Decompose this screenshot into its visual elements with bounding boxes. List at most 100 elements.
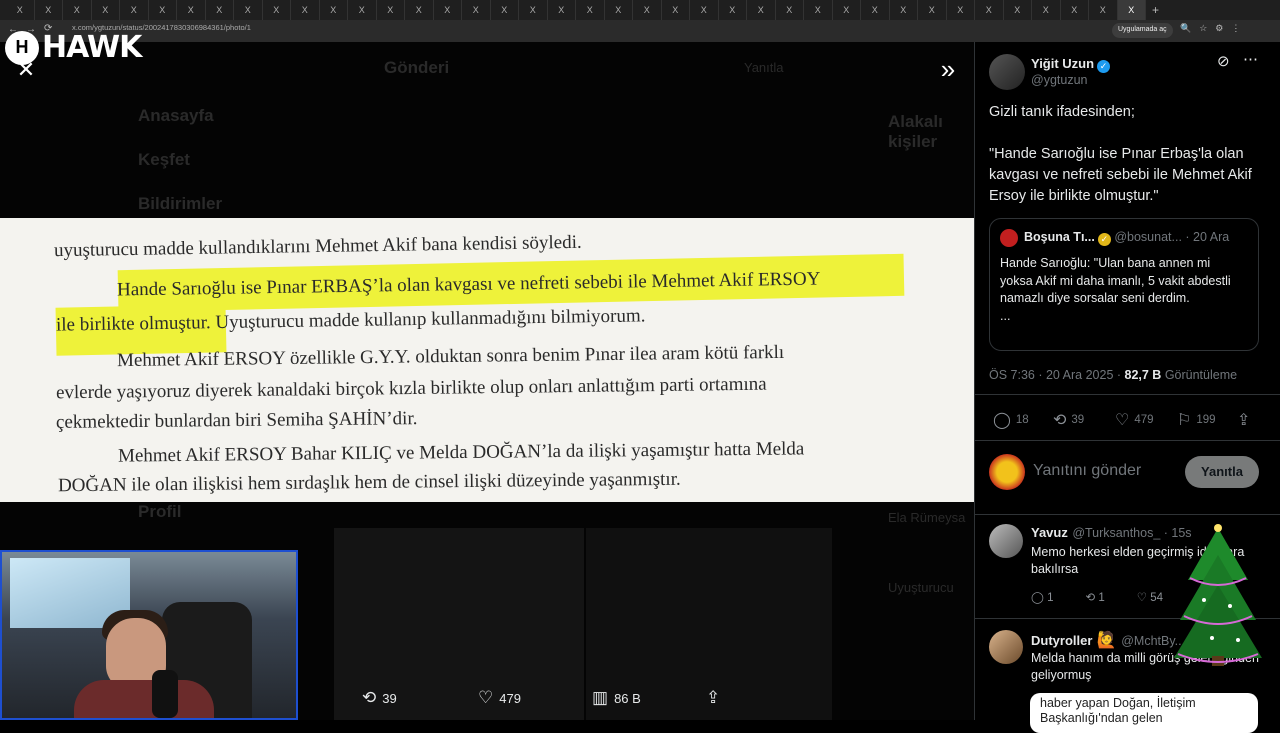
browser-tab[interactable]: X xyxy=(6,0,35,20)
browser-tab[interactable]: X xyxy=(1061,0,1089,20)
viewer-share-button[interactable]: ⇪ xyxy=(706,688,720,708)
webcam-microphone-shape xyxy=(152,670,178,718)
ghost-header-title: Gönderi xyxy=(384,58,450,77)
author-name[interactable]: Yiğit Uzun xyxy=(1031,56,1094,71)
browser-tab[interactable]: X xyxy=(92,0,120,20)
doc-line: DOĞAN ile olan ilişkisi hem sırdaşlık he… xyxy=(57,468,681,497)
christmas-tree-icon xyxy=(1174,524,1262,666)
doc-line: Mehmet Akif ERSOY Bahar KILIÇ ve Melda D… xyxy=(117,438,805,467)
share-action[interactable]: ⇪ xyxy=(1237,410,1250,430)
author-avatar[interactable] xyxy=(989,54,1025,90)
browser-tab[interactable]: X xyxy=(206,0,234,20)
retweet-icon: ⟲ xyxy=(1085,592,1096,604)
divider xyxy=(975,394,1280,395)
browser-tab[interactable]: X xyxy=(605,0,633,20)
browser-tab[interactable]: X xyxy=(548,0,576,20)
browser-tab[interactable]: X xyxy=(63,0,92,20)
browser-tab[interactable]: X xyxy=(320,0,348,20)
browser-tab[interactable]: X xyxy=(519,0,548,20)
browser-tab[interactable]: X xyxy=(576,0,605,20)
ghost-nav-explore: Keşfet xyxy=(138,150,190,169)
browser-tab[interactable]: X xyxy=(975,0,1004,20)
quote-text: Hande Sarıoğlu: "Ulan bana annen mi yoks… xyxy=(1000,256,1231,323)
reply-like-button[interactable]: ♡ 54 xyxy=(1137,590,1163,604)
emoji-icon: 🙋 xyxy=(1096,632,1117,649)
viewer-views-button[interactable]: ▥ 86 B xyxy=(592,688,641,708)
viewer-retweet-button[interactable]: ⟲ 39 xyxy=(362,688,397,708)
reply-reply-button[interactable]: ◯ 1 xyxy=(1031,590,1053,604)
author-name-row[interactable]: Yiğit Uzun ✓ xyxy=(1031,55,1111,73)
viewer-views-count: 86 B xyxy=(614,690,641,706)
browser-tab[interactable]: X xyxy=(35,0,63,20)
viewer-like-count: 479 xyxy=(499,690,521,706)
author-handle[interactable]: @ygtuzun xyxy=(1031,73,1087,87)
browser-tab[interactable]: X xyxy=(719,0,747,20)
reply-action[interactable]: ◯ 18 xyxy=(993,410,1029,430)
browser-tab[interactable]: X xyxy=(177,0,206,20)
reply-submit-button[interactable]: Yanıtla xyxy=(1185,456,1259,488)
like-action[interactable]: ♡ 479 xyxy=(1115,410,1154,430)
like-count: 479 xyxy=(1134,414,1154,426)
reply-icon: ◯ xyxy=(993,412,1011,429)
ghost-trend-1: Ela Rümeysa xyxy=(888,510,966,525)
browser-tab[interactable]: X xyxy=(633,0,662,20)
browser-tab[interactable]: X xyxy=(747,0,776,20)
reply-author-avatar[interactable] xyxy=(989,630,1023,664)
browser-tab[interactable]: X xyxy=(291,0,320,20)
grok-icon[interactable]: ⊘ xyxy=(1217,52,1230,70)
reply-retweet-count: 1 xyxy=(1098,592,1105,604)
reply-retweet-button[interactable]: ⟲ 1 xyxy=(1085,590,1104,604)
browser-tab[interactable]: X xyxy=(405,0,434,20)
address-bar[interactable]: ← → ⟳ x.com/ygtuzun/status/2002417830306… xyxy=(0,20,1280,42)
browser-tab[interactable]: X xyxy=(1032,0,1061,20)
browser-tab[interactable]: X xyxy=(462,0,491,20)
reply-composer-input[interactable]: Yanıtını gönder xyxy=(1033,462,1141,480)
new-tab-button[interactable]: + xyxy=(1152,3,1159,17)
viewer-like-button[interactable]: ♡ 479 xyxy=(478,688,521,708)
retweet-count: 39 xyxy=(1071,414,1085,426)
browser-tab[interactable]: X xyxy=(120,0,149,20)
browser-tab-active[interactable]: X xyxy=(1117,0,1146,20)
browser-tab[interactable]: X xyxy=(1089,0,1118,20)
quoted-tweet[interactable]: Boşuna Tı... ✓ @bosunat... · 20 Ara Hande… xyxy=(989,218,1259,351)
browser-tab[interactable]: X xyxy=(662,0,690,20)
browser-tab[interactable]: X xyxy=(234,0,263,20)
doc-line: evlerde yaşıyoruz diyerek kanaldaki birç… xyxy=(55,373,767,404)
doc-line: uyuşturucu madde kullandıklarını Mehmet … xyxy=(53,231,582,262)
browser-tab[interactable]: X xyxy=(263,0,291,20)
browser-tab[interactable]: X xyxy=(434,0,462,20)
retweet-action[interactable]: ⟲ 39 xyxy=(1053,410,1084,430)
bookmark-icon: ⚐ xyxy=(1177,412,1192,429)
reply-reply-count: 1 xyxy=(1047,592,1054,604)
browser-tab[interactable]: X xyxy=(918,0,947,20)
browser-toolbar-icons[interactable]: 🔍☆⚙⋮ xyxy=(1180,23,1248,34)
browser-tab[interactable]: X xyxy=(861,0,890,20)
bookmark-action[interactable]: ⚐ 199 xyxy=(1177,410,1216,430)
reply-author-avatar[interactable] xyxy=(989,524,1023,558)
browser-tab[interactable]: X xyxy=(149,0,177,20)
current-user-avatar xyxy=(989,454,1025,490)
webcam-body-shape xyxy=(74,680,214,718)
browser-tab[interactable]: X xyxy=(804,0,833,20)
collapse-panel-button[interactable]: » xyxy=(934,56,962,84)
heart-icon: ♡ xyxy=(478,688,494,707)
reply-author-name[interactable]: Dutyroller xyxy=(1031,633,1092,648)
browser-tab[interactable]: X xyxy=(1004,0,1032,20)
share-icon: ⇪ xyxy=(706,688,721,707)
retweet-icon: ⟲ xyxy=(1053,412,1067,429)
browser-tab[interactable]: X xyxy=(690,0,719,20)
browser-tab[interactable]: X xyxy=(890,0,918,20)
browser-tab[interactable]: X xyxy=(491,0,519,20)
browser-tab[interactable]: X xyxy=(833,0,861,20)
quote-date: · 20 Ara xyxy=(1185,230,1230,244)
browser-tab[interactable]: X xyxy=(947,0,975,20)
close-viewer-button[interactable]: ✕ xyxy=(14,58,38,82)
browser-tab[interactable]: X xyxy=(377,0,405,20)
reply-author-name[interactable]: Yavuz xyxy=(1031,525,1068,540)
more-options-icon[interactable]: ⋯ xyxy=(1243,50,1258,68)
reply-media-card[interactable]: haber yapan Doğan, İletişim Başkanlığı'n… xyxy=(1030,693,1258,733)
ghost-related-title: Alakalı kişiler xyxy=(888,112,943,151)
browser-tab[interactable]: X xyxy=(776,0,804,20)
browser-tab[interactable]: X xyxy=(348,0,377,20)
open-in-app-button[interactable]: Uygulamada aç xyxy=(1112,23,1173,38)
